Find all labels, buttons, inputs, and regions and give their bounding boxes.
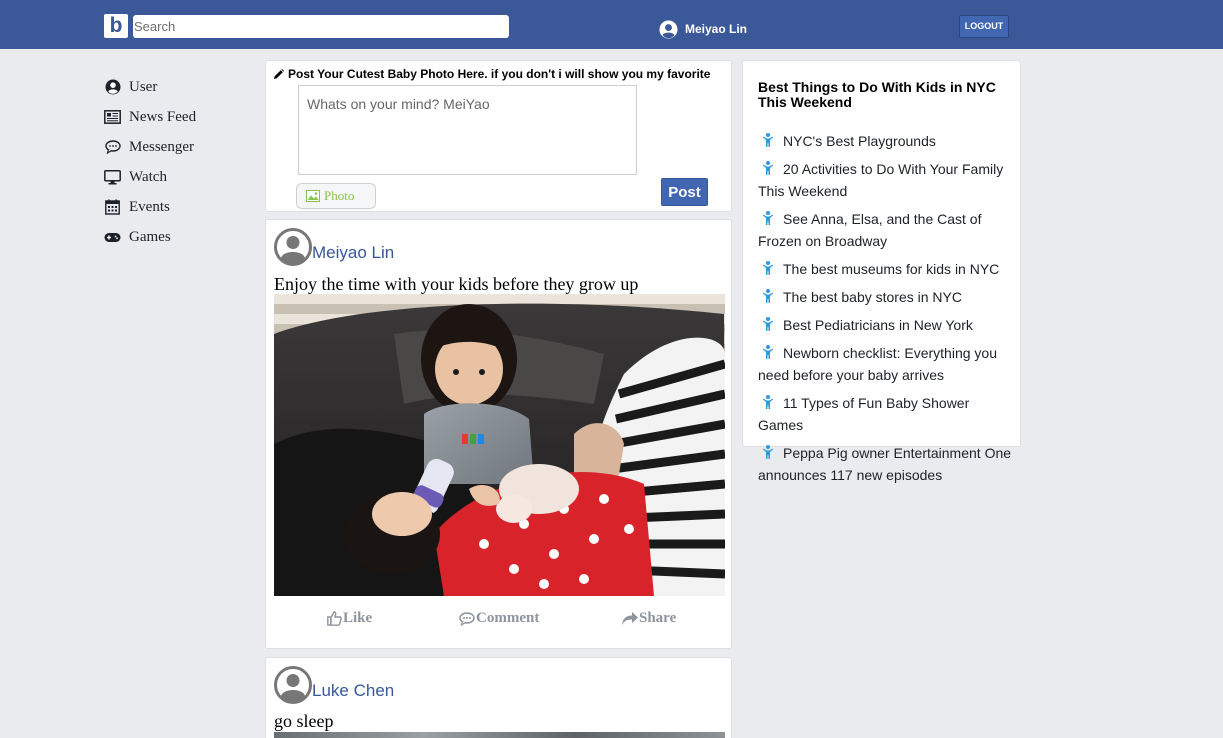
- list-item-label: The best museums for kids in NYC: [783, 261, 1000, 277]
- panel-title: Best Things to Do With Kids in NYC This …: [758, 79, 996, 110]
- post-actions: Like Comment Share: [266, 606, 733, 636]
- feed-post: Meiyao Lin Enjoy the time with your kids…: [265, 219, 732, 649]
- composer-title-text: Post Your Cutest Baby Photo Here. if you…: [288, 67, 711, 81]
- share-button[interactable]: Share: [622, 610, 676, 627]
- recommendations-list: NYC's Best Playgrounds 20 Activities to …: [758, 130, 1016, 492]
- comment-button[interactable]: Comment: [459, 610, 539, 627]
- list-item[interactable]: The best baby stores in NYC: [758, 286, 1016, 308]
- child-icon: [763, 345, 773, 359]
- nav-label: Games: [129, 228, 171, 245]
- list-item[interactable]: 11 Types of Fun Baby Shower Games: [758, 392, 1016, 436]
- search-input[interactable]: [133, 15, 509, 38]
- nav-item-news-feed[interactable]: News Feed: [104, 102, 254, 132]
- nav-item-messenger[interactable]: Messenger: [104, 132, 254, 162]
- nav-item-events[interactable]: Events: [104, 192, 254, 222]
- nav-item-games[interactable]: Games: [104, 222, 254, 252]
- list-item[interactable]: Newborn checklist: Everything you need b…: [758, 342, 1016, 386]
- list-item[interactable]: NYC's Best Playgrounds: [758, 130, 1016, 152]
- image-icon: [306, 190, 320, 202]
- list-item[interactable]: Best Pediatricians in New York: [758, 314, 1016, 336]
- list-item-label: Best Pediatricians in New York: [783, 317, 973, 333]
- nav-label: Events: [129, 198, 170, 215]
- post-photo-image: [274, 294, 725, 596]
- list-item-label: 20 Activities to Do With Your Family Thi…: [758, 161, 1004, 199]
- post-header: Luke Chen: [274, 666, 394, 704]
- list-item-label: The best baby stores in NYC: [783, 289, 962, 305]
- nav-label: Watch: [129, 168, 167, 185]
- list-item[interactable]: 20 Activities to Do With Your Family Thi…: [758, 158, 1016, 202]
- nav-label: Messenger: [129, 138, 194, 155]
- chat-bubble-icon: [104, 139, 121, 156]
- child-icon: [763, 211, 773, 225]
- child-icon: [763, 161, 773, 175]
- like-button[interactable]: Like: [327, 610, 372, 627]
- comment-icon: [459, 611, 475, 626]
- feed-post: Luke Chen go sleep: [265, 657, 732, 738]
- list-item-label: Newborn checklist: Everything you need b…: [758, 345, 997, 383]
- current-user-name: Meiyao Lin: [685, 22, 748, 36]
- list-item-label: NYC's Best Playgrounds: [783, 133, 936, 149]
- post-author-link[interactable]: Luke Chen: [312, 681, 394, 701]
- post-text: go sleep: [274, 711, 334, 731]
- add-photo-button[interactable]: Photo: [296, 183, 376, 209]
- list-item[interactable]: See Anna, Elsa, and the Cast of Frozen o…: [758, 208, 1016, 252]
- list-item-label: Peppa Pig owner Entertainment One announ…: [758, 445, 1012, 483]
- list-item-label: 11 Types of Fun Baby Shower Games: [758, 395, 970, 433]
- post-composer: Post Your Cutest Baby Photo Here. if you…: [265, 60, 732, 212]
- child-icon: [763, 395, 773, 409]
- like-label: Like: [343, 610, 373, 626]
- pencil-icon: [274, 68, 284, 79]
- composer-title: Post Your Cutest Baby Photo Here. if you…: [273, 67, 710, 81]
- comment-label: Comment: [476, 610, 540, 626]
- nav-item-user[interactable]: User: [104, 72, 254, 102]
- post-photo[interactable]: [274, 294, 725, 596]
- list-item[interactable]: The best museums for kids in NYC: [758, 258, 1016, 280]
- current-user-link[interactable]: Meiyao Lin: [659, 19, 747, 39]
- avatar[interactable]: [274, 228, 312, 266]
- monitor-icon: [104, 169, 121, 186]
- site-logo[interactable]: b: [104, 14, 128, 38]
- post-photo[interactable]: [274, 732, 725, 738]
- nav-item-watch[interactable]: Watch: [104, 162, 254, 192]
- calendar-icon: [104, 199, 121, 216]
- post-text: Enjoy the time with your kids before the…: [274, 274, 639, 294]
- add-photo-label: Photo: [324, 188, 355, 203]
- post-author-link[interactable]: Meiyao Lin: [312, 243, 394, 263]
- post-header: Meiyao Lin: [274, 228, 394, 266]
- left-navigation: User News Feed Messenger Watch Events Ga…: [104, 72, 254, 252]
- thumbs-up-icon: [327, 611, 342, 626]
- gamepad-icon: [104, 229, 121, 246]
- user-avatar-icon: [659, 19, 678, 39]
- share-arrow-icon: [622, 612, 638, 625]
- top-navigation-bar: b Meiyao Lin LOGOUT: [0, 0, 1223, 49]
- logout-button[interactable]: LOGOUT: [959, 15, 1009, 38]
- nav-label: User: [129, 78, 158, 95]
- child-icon: [763, 133, 773, 147]
- child-icon: [763, 289, 773, 303]
- child-icon: [763, 445, 773, 459]
- list-item[interactable]: Peppa Pig owner Entertainment One announ…: [758, 442, 1016, 486]
- newspaper-icon: [104, 109, 121, 126]
- recommendations-panel: Best Things to Do With Kids in NYC This …: [742, 60, 1021, 483]
- list-item-label: See Anna, Elsa, and the Cast of Frozen o…: [758, 211, 982, 249]
- post-button[interactable]: Post: [661, 178, 708, 206]
- nav-label: News Feed: [129, 108, 197, 125]
- child-icon: [763, 317, 773, 331]
- child-icon: [763, 261, 773, 275]
- avatar[interactable]: [274, 666, 312, 704]
- user-circle-icon: [104, 79, 121, 96]
- status-textarea[interactable]: [298, 85, 637, 175]
- share-label: Share: [639, 610, 677, 626]
